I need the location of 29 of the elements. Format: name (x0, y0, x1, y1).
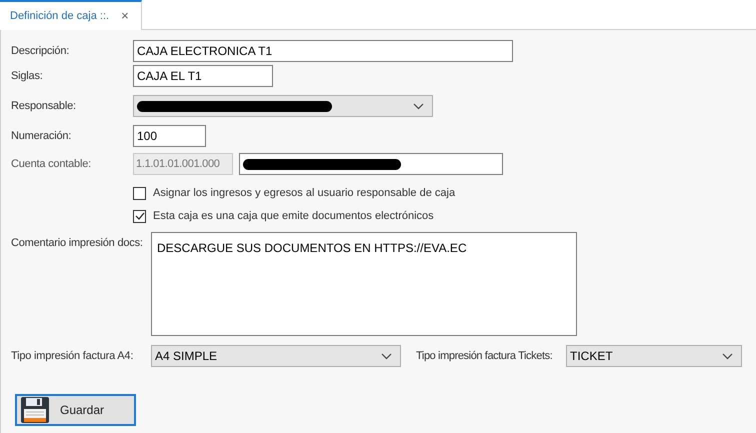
ticket-print-type-dropdown[interactable]: TICKET (566, 345, 742, 367)
chevron-down-icon (722, 352, 733, 360)
field-label: Descripción: (11, 44, 70, 59)
chevron-down-icon (413, 102, 424, 110)
field-label: Tipo impresión factura Tickets: (416, 348, 554, 364)
field-label: Cuenta contable: (11, 156, 92, 172)
number-field[interactable]: 100 (133, 125, 206, 147)
close-tab-button[interactable]: × (121, 6, 129, 26)
acronym-field[interactable]: CAJA EL T1 (133, 65, 273, 87)
checkbox-label: Esta caja es una caja que emite documentos electrónicos (153, 208, 434, 224)
field-label: Numeración: (11, 128, 72, 144)
chevron-down-icon (381, 352, 392, 360)
field-label: Comentario impresión docs: (11, 236, 144, 251)
checkbox[interactable] (133, 186, 146, 200)
field-label: Tipo impresión factura A4: (11, 348, 134, 364)
tab-title: Definición de caja ::. (10, 8, 110, 24)
comment-textarea[interactable]: DESCARGUE SUS DOCUMENTOS EN HTTPS://EVA.EC (151, 232, 577, 336)
a4-print-type-dropdown[interactable]: A4 SIMPLE (151, 345, 401, 367)
responsible-dropdown[interactable] (133, 95, 433, 117)
document-tab[interactable]: Definición de caja ::. × (0, 0, 142, 30)
checkmark-icon (134, 212, 144, 220)
field-label: Siglas: (11, 68, 44, 84)
checkbox-label: Asignar los ingresos y egresos al usuario responsable de caja (153, 186, 456, 201)
save-button[interactable]: Guardar (15, 394, 136, 426)
checkbox[interactable] (133, 210, 146, 222)
description-field[interactable]: CAJA ELECTRONICA T1 (133, 40, 513, 62)
account-name-field[interactable] (239, 153, 503, 175)
field-label: Responsable: (11, 98, 77, 114)
account-code-field: 1.1.01.01.001.000 (133, 153, 233, 175)
